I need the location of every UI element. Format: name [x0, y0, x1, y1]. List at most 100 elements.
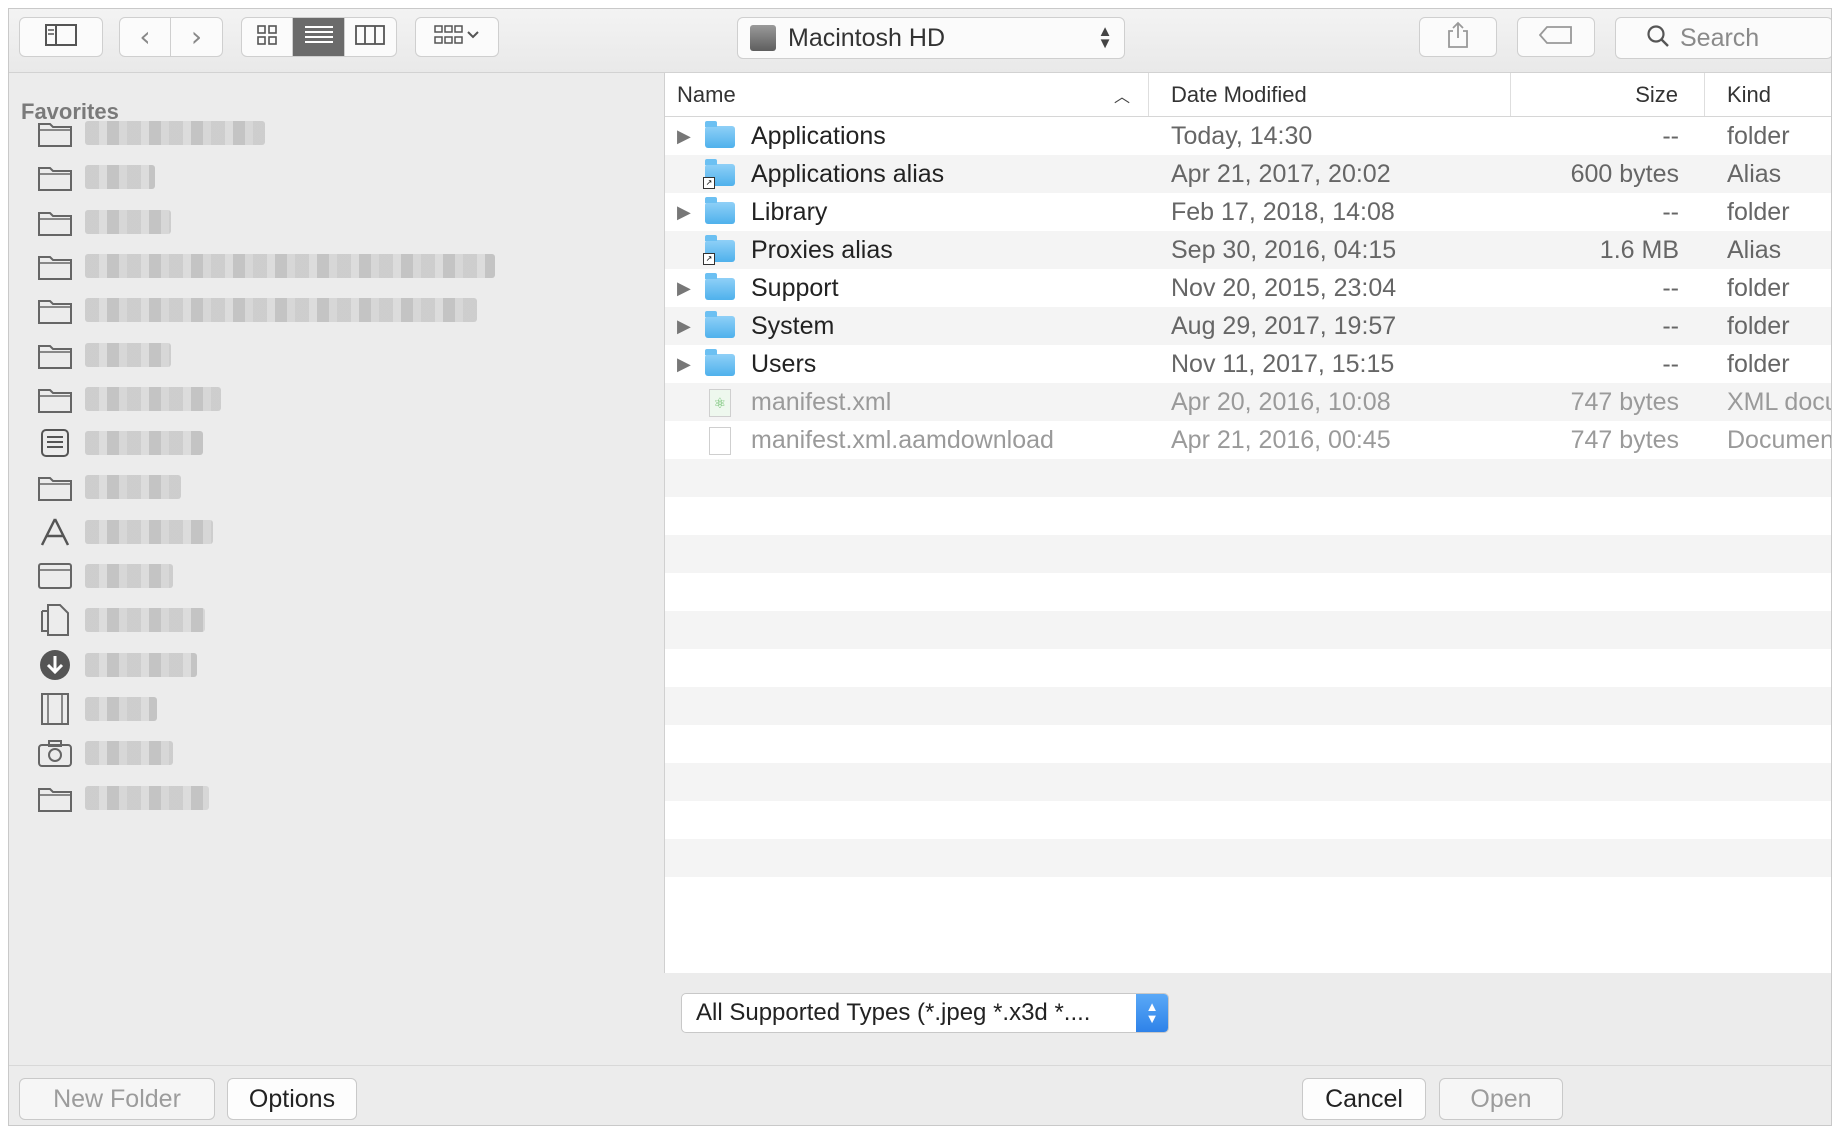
sidebar-item[interactable] [37, 200, 647, 244]
empty-row [665, 573, 1831, 611]
column-view-button[interactable] [345, 18, 396, 56]
sidebar-item[interactable] [37, 111, 647, 155]
file-name-cell: ▶ Users [665, 349, 1149, 379]
sidebar-item-label-redacted [85, 741, 173, 766]
search-placeholder: Search [1680, 23, 1760, 52]
sidebar-item[interactable] [37, 288, 647, 332]
navigation-buttons: ‹ › [119, 17, 223, 57]
sidebar-item[interactable] [37, 421, 647, 465]
open-button[interactable]: Open [1439, 1078, 1563, 1120]
disclosure-triangle-icon[interactable]: ▶ [677, 202, 705, 223]
file-row[interactable]: ▶ Library Feb 17, 2018, 14:08 -- folder [665, 193, 1831, 231]
file-name: Users [751, 349, 817, 378]
file-date: Nov 11, 2017, 15:15 [1171, 349, 1395, 378]
file-name-cell: ▶ System [665, 311, 1149, 341]
updown-arrows-icon: ▲ ▼ [1097, 23, 1113, 52]
empty-row [665, 649, 1831, 687]
sidebar-item[interactable] [37, 731, 647, 775]
sidebar-item[interactable] [37, 643, 647, 687]
disclosure-triangle-icon[interactable]: ▶ [677, 126, 705, 147]
sidebar-item[interactable] [37, 510, 647, 554]
icon-view-button[interactable] [242, 18, 294, 56]
file-date: Sep 30, 2016, 04:15 [1171, 235, 1397, 264]
file-row[interactable]: manifest.xml.aamdownload Apr 21, 2016, 00… [665, 421, 1831, 459]
share-icon [1447, 21, 1469, 54]
disclosure-triangle-icon[interactable]: ▶ [677, 316, 705, 337]
arrange-menu-button[interactable] [415, 17, 499, 57]
options-button[interactable]: Options [227, 1078, 357, 1120]
file-size: -- [1662, 311, 1679, 340]
sidebar-item[interactable] [37, 155, 647, 199]
file-date: Aug 29, 2017, 19:57 [1171, 311, 1397, 340]
sidebar-toggle-button[interactable] [19, 17, 103, 57]
empty-row [665, 839, 1831, 877]
file-date: Apr 20, 2016, 10:08 [1171, 387, 1391, 416]
sidebar-icon [45, 23, 77, 51]
file-row[interactable]: ▶ Support Nov 20, 2015, 23:04 -- folder [665, 269, 1831, 307]
sidebar-item-label-redacted [85, 475, 181, 500]
chevron-right-icon: › [190, 20, 203, 53]
updown-arrows-icon: ▲ ▼ [1136, 994, 1168, 1032]
file-row[interactable]: ↗ Applications alias Apr 21, 2017, 20:02 60… [665, 155, 1831, 193]
cancel-button[interactable]: Cancel [1302, 1078, 1426, 1120]
grid-icon [257, 24, 277, 50]
disclosure-triangle-icon[interactable]: ▶ [677, 278, 705, 299]
sidebar-item-label-redacted [85, 431, 203, 456]
file-type-select[interactable]: All Supported Types (*.jpeg *.x3d *.... … [681, 993, 1169, 1033]
search-field[interactable]: Search [1615, 17, 1831, 59]
file-row[interactable]: ↗ Proxies alias Sep 30, 2016, 04:15 1.6 MB A… [665, 231, 1831, 269]
file-name: Support [751, 273, 839, 302]
file-kind: Alias [1727, 159, 1782, 188]
file-row[interactable]: ▶ Users Nov 11, 2017, 15:15 -- folder [665, 345, 1831, 383]
tags-button[interactable] [1517, 17, 1595, 57]
file-kind: folder [1727, 197, 1790, 226]
sidebar-item[interactable] [37, 554, 647, 598]
column-header-size[interactable]: Size [1511, 73, 1705, 116]
disclosure-triangle-icon[interactable]: ▶ [677, 354, 705, 375]
sidebar-item[interactable] [37, 687, 647, 731]
sidebar-item[interactable] [37, 377, 647, 421]
column-header-name-label: Name [677, 81, 736, 107]
forward-button[interactable]: › [171, 18, 222, 56]
folder-icon [37, 159, 73, 195]
sidebar-item[interactable] [37, 333, 647, 377]
file-name: System [751, 311, 835, 340]
list-view-button[interactable] [293, 18, 345, 56]
users-folder-icon [705, 349, 737, 377]
file-row[interactable]: ▶ Applications Today, 14:30 -- folder [665, 117, 1831, 155]
sidebar-item-label-redacted [85, 564, 173, 588]
column-header-kind[interactable]: Kind [1705, 73, 1831, 116]
column-header-name[interactable]: Name ︿ [665, 73, 1149, 116]
sidebar-item[interactable] [37, 598, 647, 642]
file-name-cell: ↗ Proxies alias [665, 235, 1149, 265]
folder-icon [37, 115, 73, 151]
system-folder-icon [705, 311, 737, 339]
tag-icon [1538, 25, 1573, 49]
column-header-date[interactable]: Date Modified [1149, 73, 1511, 116]
file-row[interactable]: ▶ System Aug 29, 2017, 19:57 -- folder [665, 307, 1831, 345]
folder-icon [37, 248, 73, 284]
applications-alias-icon: ↗ [703, 159, 737, 189]
empty-row [665, 763, 1831, 801]
folder-icon [37, 337, 73, 373]
empty-row [665, 687, 1831, 725]
sidebar: Favorites [9, 73, 665, 973]
file-date: Feb 17, 2018, 14:08 [1171, 197, 1395, 226]
back-button[interactable]: ‹ [120, 18, 172, 56]
sidebar-item[interactable] [37, 465, 647, 509]
file-rows: ▶ Applications Today, 14:30 -- folder ↗ Applic… [665, 117, 1831, 915]
sidebar-item-label-redacted [85, 165, 155, 190]
new-folder-button[interactable]: New Folder [19, 1078, 215, 1120]
applications-icon [37, 514, 73, 550]
file-row[interactable]: ⚛ manifest.xml Apr 20, 2016, 10:08 747 byte… [665, 383, 1831, 421]
arrange-grid-icon [434, 24, 480, 51]
file-size: 600 bytes [1570, 159, 1679, 188]
downloads-icon [37, 647, 73, 683]
sidebar-item-label-redacted [85, 298, 477, 323]
bottom-bar: New Folder Options Cancel Open [9, 1065, 1831, 1125]
location-popup[interactable]: Macintosh HD ▲ ▼ [737, 17, 1125, 59]
sidebar-item[interactable] [37, 776, 647, 820]
share-button[interactable] [1419, 17, 1497, 57]
sidebar-item-label-redacted [85, 608, 205, 633]
sidebar-item[interactable] [37, 244, 647, 288]
